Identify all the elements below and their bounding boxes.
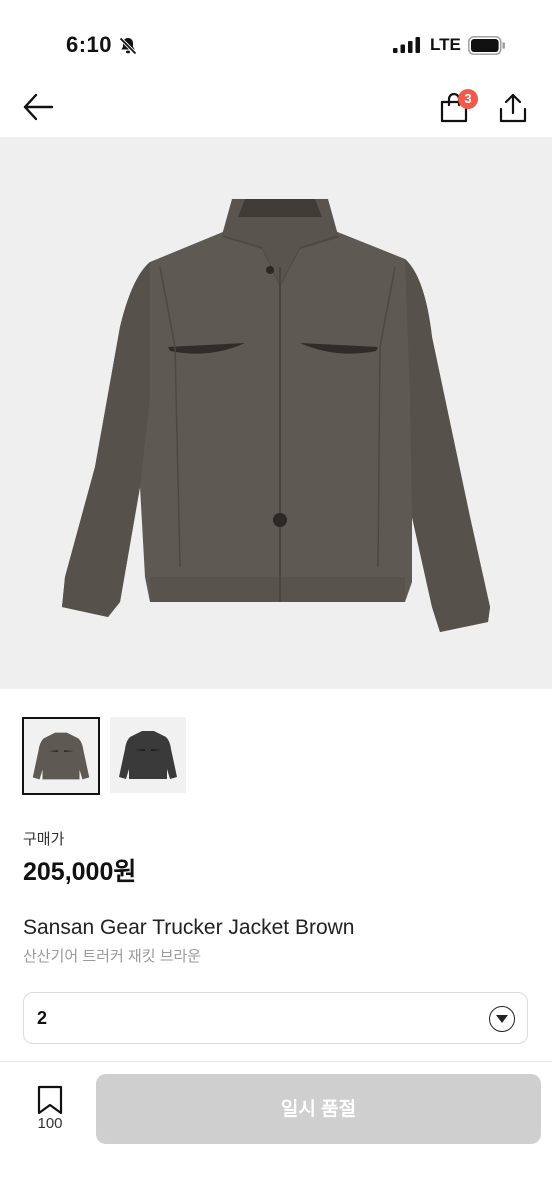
chevron-down-icon bbox=[489, 1006, 515, 1032]
cart-count-badge: 3 bbox=[458, 89, 478, 109]
network-type: LTE bbox=[430, 35, 461, 54]
size-select-value: 2 bbox=[37, 1008, 48, 1028]
status-bar: 6:10 LTE bbox=[0, 0, 552, 92]
signal-icon bbox=[393, 37, 420, 53]
footer-divider bbox=[0, 1061, 552, 1062]
bookmark-icon[interactable] bbox=[37, 1085, 63, 1115]
thumbnail-black[interactable] bbox=[110, 717, 186, 793]
product-image[interactable] bbox=[0, 137, 552, 689]
sold-out-button[interactable]: 일시 품절 bbox=[96, 1074, 541, 1144]
bell-off-icon bbox=[119, 37, 137, 55]
battery-icon bbox=[468, 36, 505, 55]
back-arrow-icon[interactable] bbox=[22, 92, 54, 122]
size-select[interactable]: 2 bbox=[23, 992, 528, 1044]
jacket-illustration bbox=[62, 199, 490, 632]
status-time: 6:10 bbox=[66, 32, 113, 57]
jacket-image bbox=[62, 199, 490, 632]
thumbnail-brown[interactable] bbox=[22, 717, 100, 795]
share-icon[interactable] bbox=[498, 92, 528, 124]
product-name-ko: 산산기어 트러커 재킷 브라운 bbox=[23, 948, 202, 965]
product-price: 205,000원 bbox=[23, 858, 137, 886]
bookmark-count: 100 bbox=[37, 1115, 63, 1132]
product-name-en: Sansan Gear Trucker Jacket Brown bbox=[23, 916, 355, 939]
price-label: 구매가 bbox=[23, 831, 65, 848]
